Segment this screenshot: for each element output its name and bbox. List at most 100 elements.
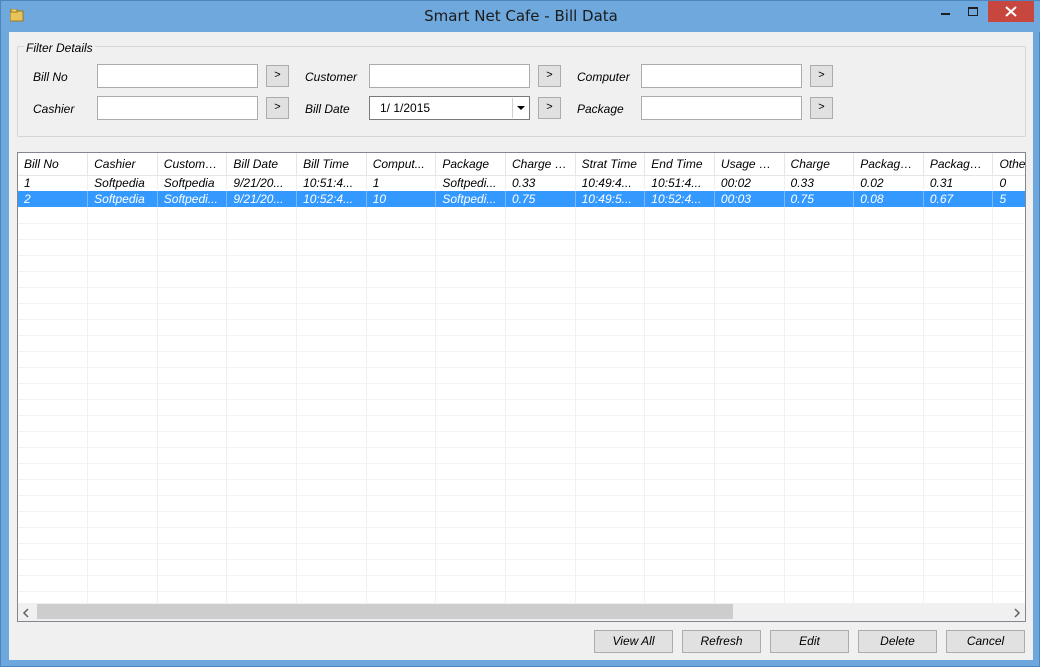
- empty-cell: [366, 287, 437, 304]
- empty-cell: [296, 383, 367, 400]
- table-cell: 00:02: [714, 175, 785, 191]
- empty-cell: [784, 495, 855, 512]
- empty-cell: [714, 479, 785, 496]
- scroll-left-icon[interactable]: [22, 607, 30, 621]
- horizontal-scrollbar[interactable]: [18, 603, 1025, 621]
- edit-button[interactable]: Edit: [770, 630, 849, 653]
- empty-cell: [157, 575, 228, 592]
- empty-row: [18, 351, 1025, 368]
- column-header[interactable]: End Time: [644, 153, 715, 176]
- empty-cell: [644, 511, 715, 528]
- column-header[interactable]: Custome...: [157, 153, 228, 176]
- empty-cell: [435, 447, 506, 464]
- empty-cell: [575, 415, 646, 432]
- column-header[interactable]: Package: [435, 153, 506, 176]
- empty-cell: [714, 559, 785, 576]
- empty-row: [18, 383, 1025, 400]
- empty-cell: [992, 335, 1025, 352]
- cashier-filter-button[interactable]: >: [266, 97, 289, 119]
- empty-cell: [226, 223, 298, 240]
- cashier-input[interactable]: [97, 96, 258, 120]
- scrollbar-thumb[interactable]: [37, 604, 733, 619]
- empty-row: [18, 447, 1025, 464]
- empty-cell: [296, 447, 367, 464]
- column-header[interactable]: Charge (...: [505, 153, 576, 176]
- delete-button[interactable]: Delete: [858, 630, 937, 653]
- column-header[interactable]: Package...: [923, 153, 994, 176]
- table-cell: Softpedi...: [435, 191, 506, 207]
- title-bar[interactable]: Smart Net Cafe - Bill Data: [1, 1, 1040, 32]
- column-header[interactable]: Charge: [784, 153, 855, 176]
- column-header[interactable]: Cashier: [87, 153, 158, 176]
- table-cell: 0.33: [784, 175, 855, 191]
- empty-cell: [435, 415, 506, 432]
- empty-cell: [714, 207, 785, 224]
- table-cell: 0.08: [853, 191, 924, 207]
- table-cell: 0.02: [853, 175, 924, 191]
- table-row[interactable]: 2 Softpedia Softpedi... 9/21/20... 10:52:4..…: [18, 191, 1025, 207]
- empty-cell: [992, 303, 1025, 320]
- empty-cell: [157, 559, 228, 576]
- bill-data-grid[interactable]: Bill No Cashier Custome... Bill Date Bill Ti…: [17, 152, 1026, 622]
- empty-row: [18, 575, 1025, 592]
- table-cell: 2: [18, 191, 89, 207]
- maximize-button[interactable]: [959, 1, 986, 22]
- empty-cell: [575, 495, 646, 512]
- bill-no-input[interactable]: [97, 64, 258, 88]
- customer-input[interactable]: [369, 64, 530, 88]
- scroll-right-icon[interactable]: [1013, 607, 1021, 621]
- empty-cell: [853, 399, 924, 416]
- column-header[interactable]: Bill Time: [296, 153, 367, 176]
- empty-cell: [366, 271, 437, 288]
- bill-no-filter-button[interactable]: >: [266, 65, 289, 87]
- empty-cell: [923, 223, 994, 240]
- view-all-button[interactable]: View All: [594, 630, 673, 653]
- bill-date-picker[interactable]: 1/ 1/2015: [369, 96, 530, 120]
- package-input[interactable]: [641, 96, 802, 120]
- empty-cell: [714, 351, 785, 368]
- bill-date-value: 1/ 1/2015: [380, 101, 431, 115]
- empty-row: [18, 287, 1025, 304]
- column-header[interactable]: Usage Ti...: [714, 153, 785, 176]
- table-cell: 0.33: [505, 175, 576, 191]
- empty-cell: [435, 463, 506, 480]
- empty-cell: [853, 463, 924, 480]
- empty-cell: [226, 399, 298, 416]
- empty-cell: [853, 511, 924, 528]
- customer-filter-button[interactable]: >: [538, 65, 561, 87]
- empty-row: [18, 367, 1025, 384]
- empty-cell: [505, 271, 576, 288]
- empty-cell: [18, 575, 89, 592]
- computer-filter-button[interactable]: >: [810, 65, 833, 87]
- close-button[interactable]: [988, 1, 1034, 22]
- empty-cell: [644, 207, 715, 224]
- empty-cell: [435, 271, 506, 288]
- empty-cell: [296, 287, 367, 304]
- column-header[interactable]: Comput...: [366, 153, 437, 176]
- empty-cell: [784, 367, 855, 384]
- empty-cell: [784, 463, 855, 480]
- chevron-down-icon[interactable]: [512, 98, 528, 118]
- empty-cell: [714, 271, 785, 288]
- column-header[interactable]: Bill No: [18, 153, 89, 176]
- empty-cell: [575, 239, 646, 256]
- minimize-button[interactable]: [932, 1, 959, 22]
- table-cell: 10:52:4...: [296, 191, 367, 207]
- empty-cell: [923, 351, 994, 368]
- cancel-button[interactable]: Cancel: [946, 630, 1025, 653]
- column-header[interactable]: Bill Date: [226, 153, 298, 176]
- empty-cell: [853, 431, 924, 448]
- empty-cell: [784, 351, 855, 368]
- package-filter-button[interactable]: >: [810, 97, 833, 119]
- empty-cell: [505, 303, 576, 320]
- computer-input[interactable]: [641, 64, 802, 88]
- column-header[interactable]: Other P...: [992, 153, 1025, 176]
- table-cell: 10: [366, 191, 437, 207]
- bill-date-filter-button[interactable]: >: [538, 97, 561, 119]
- column-header[interactable]: Strat Time: [575, 153, 646, 176]
- refresh-button[interactable]: Refresh: [682, 630, 761, 653]
- empty-cell: [575, 319, 646, 336]
- column-header[interactable]: Package...: [853, 153, 924, 176]
- empty-cell: [644, 495, 715, 512]
- table-row[interactable]: 1 Softpedia Softpedia 9/21/20... 10:51:4... 1…: [18, 175, 1025, 191]
